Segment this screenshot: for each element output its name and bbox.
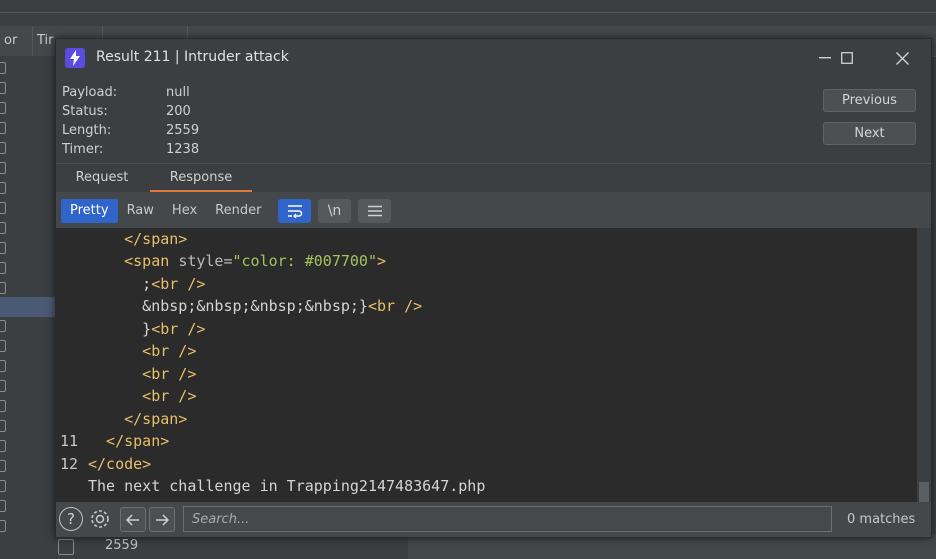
- menu-icon[interactable]: [358, 199, 391, 223]
- row-checkbox[interactable]: [0, 262, 6, 274]
- status-label: Status:: [62, 104, 108, 119]
- burp-bolt-icon: [65, 48, 85, 68]
- tab-request[interactable]: Request: [64, 164, 140, 192]
- row-checkbox[interactable]: [0, 360, 6, 372]
- search-input[interactable]: [183, 506, 832, 532]
- row-length-value: 2559: [105, 538, 139, 553]
- response-code-editor[interactable]: </span> <span style="color: #007700"> ;<…: [56, 228, 917, 502]
- view-mode-group: Pretty Raw Hex Render: [61, 199, 270, 223]
- row-checkbox[interactable]: [0, 440, 6, 452]
- row-checkbox[interactable]: [0, 242, 6, 254]
- response-toolbar: Pretty Raw Hex Render \n: [56, 192, 931, 228]
- word-wrap-icon[interactable]: [278, 199, 311, 223]
- background-column-header[interactable]: or: [0, 26, 33, 56]
- result-dialog: Result 211 | Intruder attack Payload: nul…: [55, 38, 932, 538]
- row-checkbox[interactable]: [58, 539, 74, 555]
- row-checkbox[interactable]: [0, 340, 6, 352]
- tab-pretty[interactable]: Pretty: [61, 199, 118, 223]
- row-checkbox[interactable]: [0, 182, 6, 194]
- tab-response[interactable]: Response: [150, 164, 252, 192]
- row-checkbox[interactable]: [0, 282, 6, 294]
- background-app-top: [0, 0, 936, 27]
- close-icon[interactable]: [879, 43, 925, 73]
- title-bar[interactable]: Result 211 | Intruder attack: [56, 39, 931, 77]
- row-checkbox[interactable]: [0, 222, 6, 234]
- scrollbar-thumb[interactable]: [919, 482, 929, 502]
- row-checkbox[interactable]: [0, 102, 6, 114]
- payload-value: null: [166, 85, 190, 100]
- row-checkbox[interactable]: [0, 122, 6, 134]
- length-value: 2559: [166, 123, 200, 138]
- selected-table-row[interactable]: [0, 297, 56, 317]
- tab-hex[interactable]: Hex: [163, 199, 206, 223]
- match-count: 0 matches: [847, 512, 916, 527]
- search-previous-button[interactable]: [120, 507, 146, 532]
- timer-value: 1238: [166, 142, 200, 157]
- row-checkbox[interactable]: [0, 142, 6, 154]
- next-button[interactable]: Next: [823, 122, 916, 145]
- search-next-button[interactable]: [149, 507, 175, 532]
- row-checkbox[interactable]: [0, 520, 6, 532]
- row-checkbox[interactable]: [0, 320, 6, 332]
- row-checkbox[interactable]: [0, 420, 6, 432]
- help-icon[interactable]: ?: [59, 507, 83, 531]
- previous-button[interactable]: Previous: [823, 89, 916, 112]
- search-bar: ? 0 matches: [56, 502, 931, 537]
- row-checkbox[interactable]: [0, 202, 6, 214]
- vertical-scrollbar[interactable]: [917, 228, 931, 502]
- row-checkbox[interactable]: [0, 400, 6, 412]
- row-checkbox[interactable]: [0, 62, 6, 74]
- row-checkbox[interactable]: [0, 480, 6, 492]
- tab-raw[interactable]: Raw: [118, 199, 163, 223]
- tab-render[interactable]: Render: [206, 199, 270, 223]
- request-response-tabs: Request Response: [56, 163, 931, 193]
- row-checkbox[interactable]: [0, 82, 6, 94]
- timer-label: Timer:: [62, 142, 104, 157]
- window-title: Result 211 | Intruder attack: [96, 49, 289, 65]
- background-divider: [0, 12, 936, 13]
- row-checkbox[interactable]: [0, 162, 6, 174]
- row-checkbox[interactable]: [0, 460, 6, 472]
- row-checkbox[interactable]: [0, 380, 6, 392]
- payload-label: Payload:: [62, 85, 118, 100]
- gear-icon[interactable]: [88, 507, 112, 531]
- row-checkbox[interactable]: [0, 500, 6, 512]
- status-value: 200: [166, 104, 191, 119]
- length-label: Length:: [62, 123, 112, 138]
- show-newlines-button[interactable]: \n: [318, 199, 351, 223]
- maximize-icon[interactable]: [824, 43, 870, 73]
